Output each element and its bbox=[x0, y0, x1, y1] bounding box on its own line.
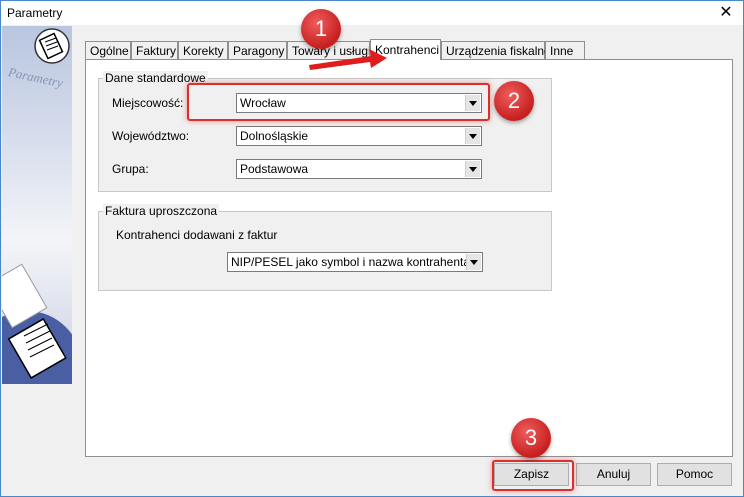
miejscowosc-highlight bbox=[187, 83, 490, 121]
parametry-window: Parametry ✕ Parametry Ogólne Faktury Kor… bbox=[0, 0, 744, 497]
tab-ogolne[interactable]: Ogólne bbox=[85, 41, 131, 59]
kontrahenci-z-faktur-combo[interactable]: NIP/PESEL jako symbol i nazwa kontrahent… bbox=[227, 252, 483, 272]
title-bar[interactable]: Parametry ✕ bbox=[1, 1, 743, 25]
wojewodztwo-label: Województwo: bbox=[112, 129, 190, 143]
kontrahenci-z-faktur-label: Kontrahenci dodawani z faktur bbox=[116, 228, 278, 242]
sidebar-logo-text: Parametry bbox=[6, 64, 65, 90]
chevron-down-icon[interactable] bbox=[466, 254, 481, 270]
grupa-combo[interactable]: Podstawowa bbox=[236, 159, 482, 179]
chevron-down-icon[interactable] bbox=[465, 128, 480, 144]
tab-korekty[interactable]: Korekty bbox=[178, 41, 228, 59]
tab-paragony[interactable]: Paragony bbox=[228, 41, 287, 59]
grupa-value: Podstawowa bbox=[240, 162, 309, 176]
window-title: Parametry bbox=[7, 6, 63, 20]
tab-urzadzenia-fiskalne[interactable]: Urządzenia fiskalne bbox=[441, 41, 551, 59]
save-highlight bbox=[492, 460, 574, 491]
chevron-down-icon[interactable] bbox=[465, 161, 480, 177]
cancel-button[interactable]: Anuluj bbox=[576, 463, 651, 486]
kontrahenci-z-faktur-value: NIP/PESEL jako symbol i nazwa kontrahent… bbox=[231, 255, 471, 269]
tab-faktury[interactable]: Faktury bbox=[131, 41, 178, 59]
help-button[interactable]: Pomoc bbox=[657, 463, 732, 486]
group-legend: Faktura uproszczona bbox=[103, 204, 220, 218]
annotation-badge-1: 1 bbox=[301, 9, 341, 49]
annotation-badge-3: 3 bbox=[511, 418, 551, 458]
grupa-label: Grupa: bbox=[112, 162, 149, 176]
wojewodztwo-value: Dolnośląskie bbox=[240, 129, 309, 143]
annotation-badge-2: 2 bbox=[494, 81, 534, 121]
wojewodztwo-combo[interactable]: Dolnośląskie bbox=[236, 126, 482, 146]
sidebar-illustration: Parametry bbox=[2, 26, 72, 384]
tab-inne[interactable]: Inne bbox=[545, 41, 585, 59]
group-faktura-uproszczona: Faktura uproszczona Kontrahenci dodawani… bbox=[98, 204, 552, 291]
parametry-logo: Parametry bbox=[2, 28, 72, 384]
close-icon[interactable]: ✕ bbox=[715, 2, 737, 24]
miejscowosc-label: Miejscowość: bbox=[112, 96, 184, 110]
